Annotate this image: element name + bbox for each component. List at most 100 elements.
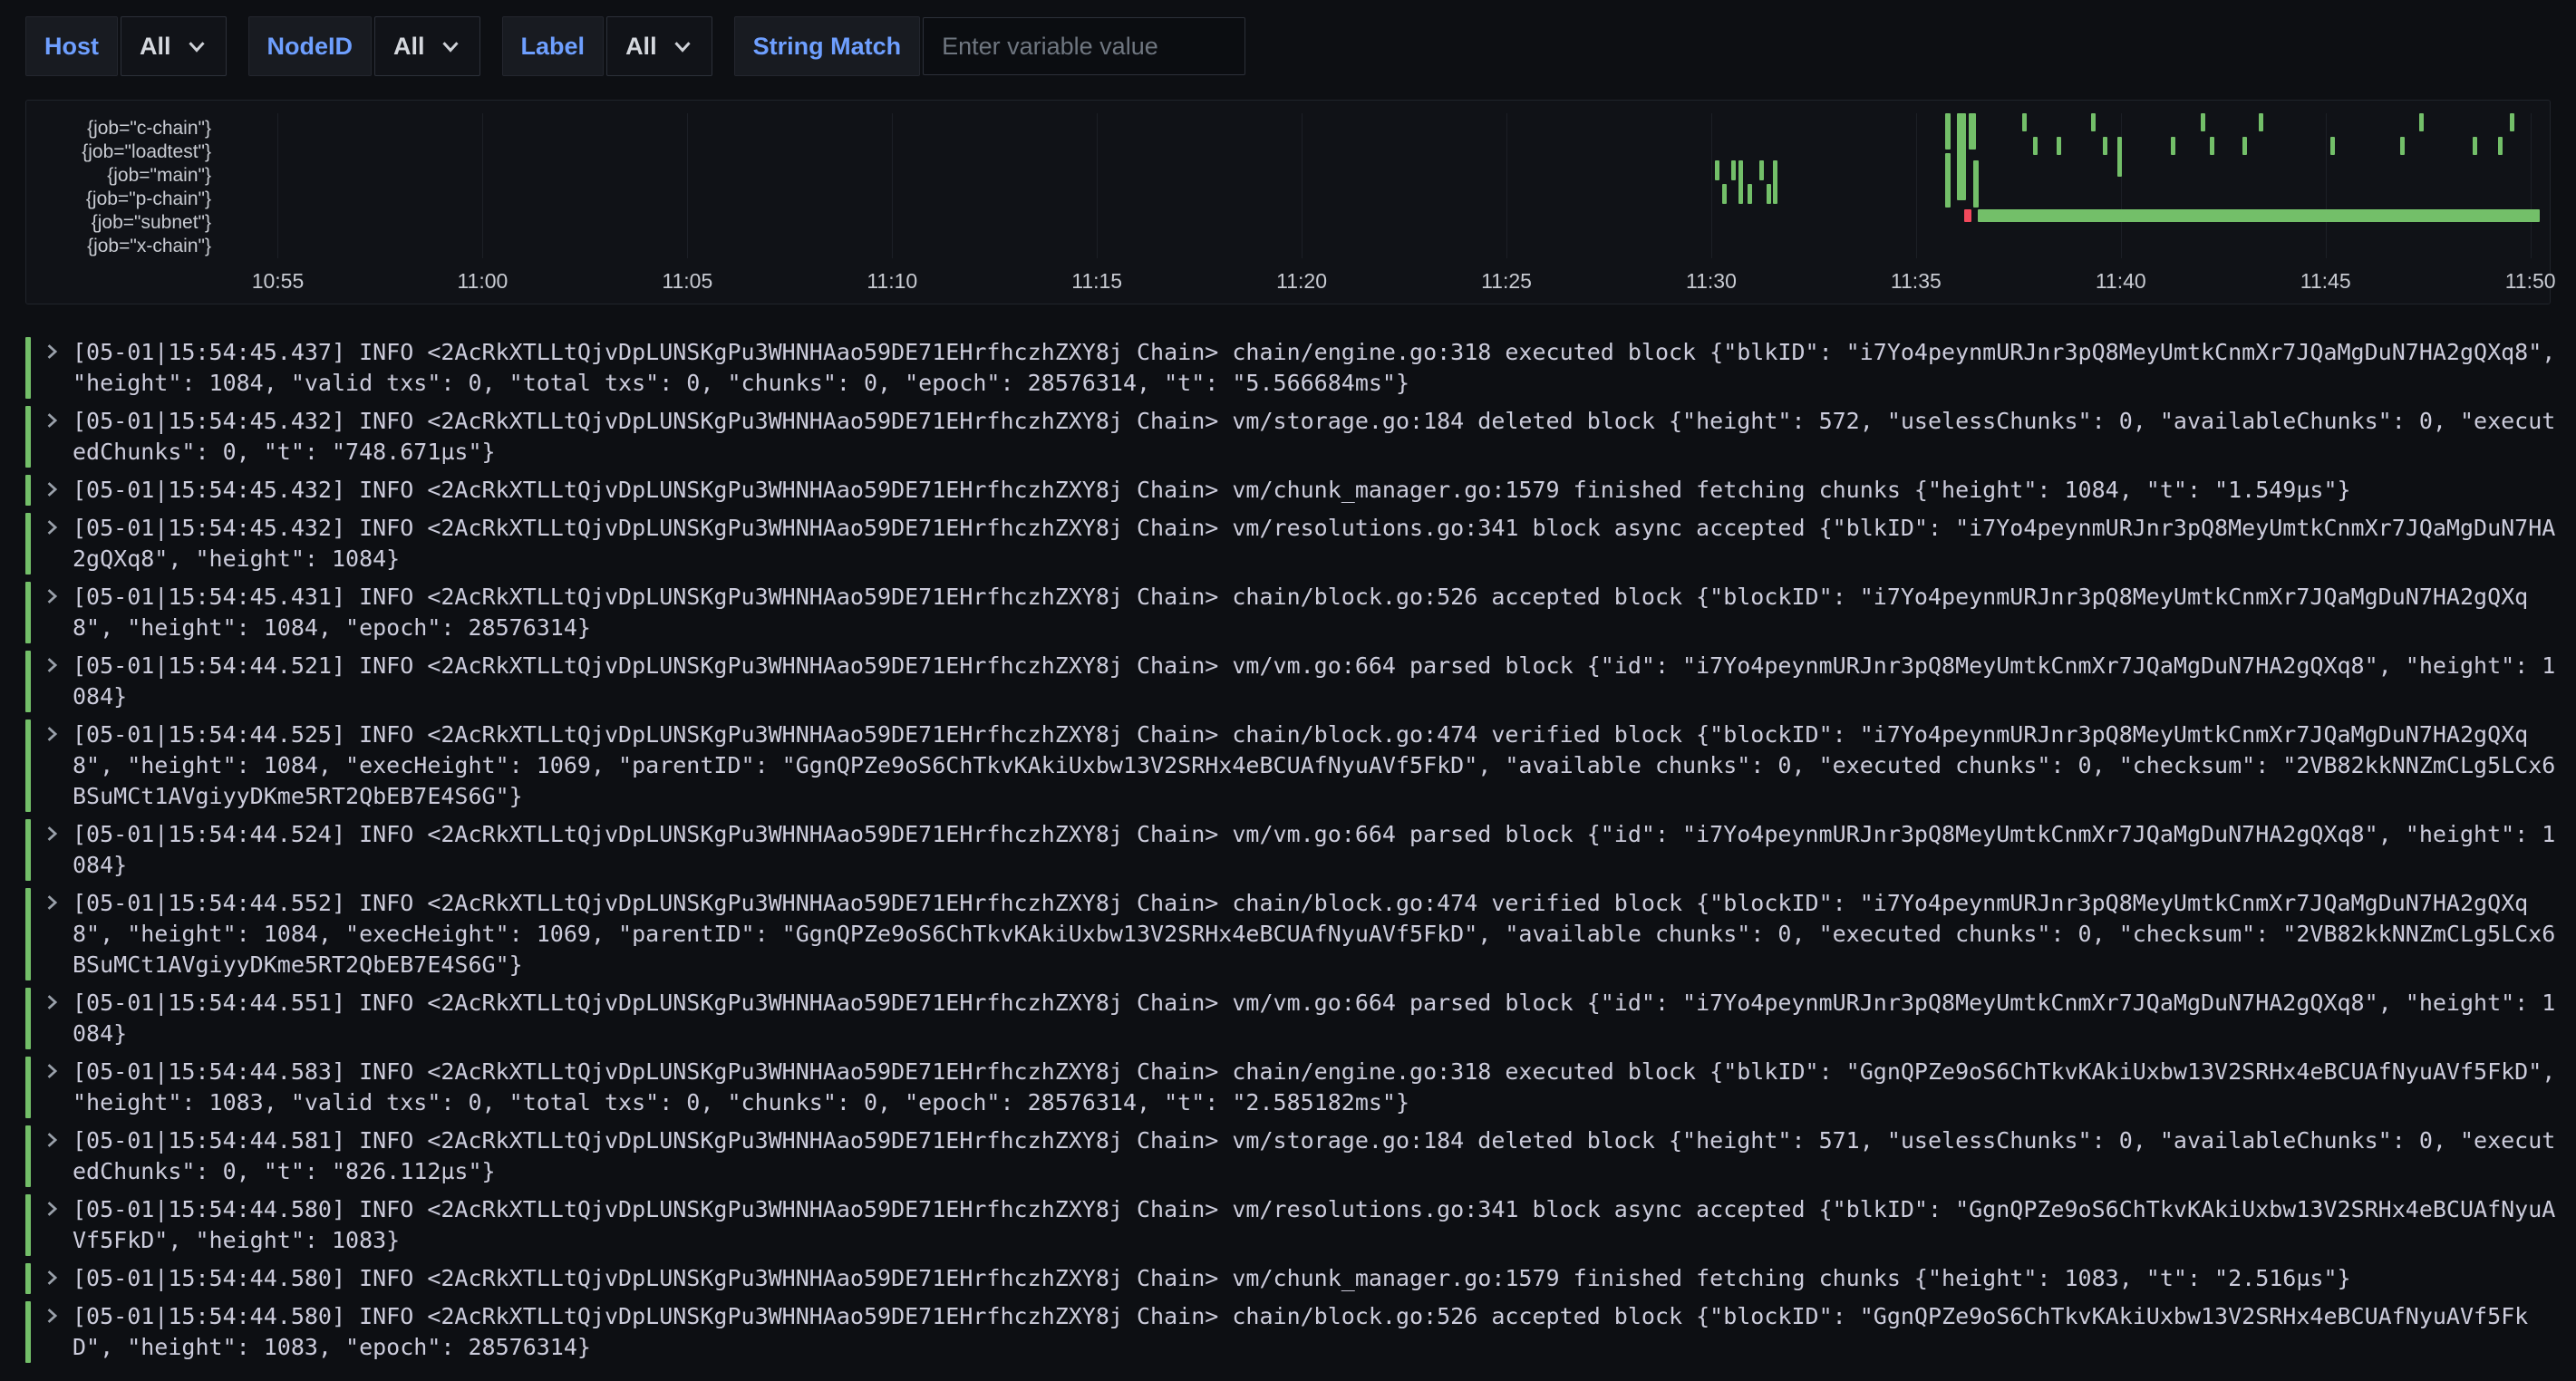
variable-label-dropdown[interactable]: All — [606, 16, 712, 76]
log-line-text: [05-01|15:54:44.583] INFO <2AcRkXTLLtQjv… — [73, 1057, 2576, 1118]
event-mark — [2171, 137, 2175, 155]
variable-nodeid-dropdown[interactable]: All — [374, 16, 480, 76]
log-row[interactable]: [05-01|15:54:44.552] INFO <2AcRkXTLLtQjv… — [25, 888, 2576, 980]
gridline — [1916, 113, 1917, 258]
log-line-text: [05-01|15:54:45.432] INFO <2AcRkXTLLtQjv… — [73, 513, 2576, 575]
log-line-text: [05-01|15:54:44.580] INFO <2AcRkXTLLtQjv… — [73, 1301, 2576, 1363]
gridline — [2531, 113, 2532, 258]
log-line-text: [05-01|15:54:44.581] INFO <2AcRkXTLLtQjv… — [73, 1125, 2576, 1187]
event-mark — [2400, 137, 2405, 155]
log-level-indicator — [25, 1057, 31, 1118]
log-row[interactable]: [05-01|15:54:44.581] INFO <2AcRkXTLLtQjv… — [25, 1125, 2576, 1187]
expand-chevron-icon[interactable] — [42, 888, 73, 980]
event-mark — [1969, 113, 1976, 150]
log-level-indicator — [25, 819, 31, 881]
variable-host-value: All — [140, 33, 171, 61]
variable-host-label: Host — [25, 16, 118, 76]
log-level-indicator — [25, 1125, 31, 1187]
log-volume-chart: {job="c-chain"}{job="loadtest"}{job="mai… — [34, 113, 2544, 300]
gridline — [892, 113, 893, 258]
log-volume-panel: {job="c-chain"}{job="loadtest"}{job="mai… — [25, 100, 2551, 304]
event-mark — [2473, 137, 2477, 155]
gridline — [2326, 113, 2327, 258]
event-mark — [2510, 113, 2514, 131]
expand-chevron-icon[interactable] — [42, 988, 73, 1049]
time-tick-label: 11:05 — [662, 269, 712, 294]
log-line-text: [05-01|15:54:44.580] INFO <2AcRkXTLLtQjv… — [73, 1263, 2576, 1294]
expand-chevron-icon[interactable] — [42, 475, 73, 506]
log-level-indicator — [25, 719, 31, 812]
expand-chevron-icon[interactable] — [42, 513, 73, 575]
log-line-text: [05-01|15:54:45.431] INFO <2AcRkXTLLtQjv… — [73, 582, 2576, 643]
variables-toolbar: Host All NodeID All Label All String Mat… — [0, 0, 2576, 76]
expand-chevron-icon[interactable] — [42, 406, 73, 468]
gridline — [277, 113, 278, 258]
log-line-text: [05-01|15:54:44.525] INFO <2AcRkXTLLtQjv… — [73, 719, 2576, 812]
time-tick-label: 11:45 — [2300, 269, 2351, 294]
chevron-down-icon — [440, 35, 461, 57]
chevron-down-icon — [672, 35, 693, 57]
expand-chevron-icon[interactable] — [42, 651, 73, 712]
variable-host-dropdown[interactable]: All — [121, 16, 227, 76]
log-row[interactable]: [05-01|15:54:45.432] INFO <2AcRkXTLLtQjv… — [25, 406, 2576, 468]
log-row[interactable]: [05-01|15:54:45.432] INFO <2AcRkXTLLtQjv… — [25, 513, 2576, 575]
event-mark — [2091, 113, 2096, 131]
log-level-indicator — [25, 1301, 31, 1363]
error-event-mark — [1964, 209, 1971, 222]
log-level-indicator — [25, 582, 31, 643]
grafana-log-dashboard: Host All NodeID All Label All String Mat… — [0, 0, 2576, 1363]
expand-chevron-icon[interactable] — [42, 1194, 73, 1256]
gridline — [482, 113, 483, 258]
log-line-text: [05-01|15:54:45.432] INFO <2AcRkXTLLtQjv… — [73, 406, 2576, 468]
log-row[interactable]: [05-01|15:54:45.437] INFO <2AcRkXTLLtQjv… — [25, 337, 2576, 399]
event-mark — [2419, 113, 2424, 131]
gridline — [2121, 113, 2122, 258]
log-row[interactable]: [05-01|15:54:44.580] INFO <2AcRkXTLLtQjv… — [25, 1194, 2576, 1256]
expand-chevron-icon[interactable] — [42, 1057, 73, 1118]
log-row[interactable]: [05-01|15:54:44.583] INFO <2AcRkXTLLtQjv… — [25, 1057, 2576, 1118]
event-mark — [1722, 184, 1727, 204]
log-level-indicator — [25, 406, 31, 468]
log-volume-plot[interactable] — [222, 113, 2544, 258]
log-line-text: [05-01|15:54:44.551] INFO <2AcRkXTLLtQjv… — [73, 988, 2576, 1049]
series-label: {job="loadtest"} — [34, 140, 222, 164]
gridline — [1506, 113, 1507, 258]
expand-chevron-icon[interactable] — [42, 582, 73, 643]
string-match-input[interactable] — [923, 17, 1245, 75]
expand-chevron-icon[interactable] — [42, 1301, 73, 1363]
log-row[interactable]: [05-01|15:54:44.551] INFO <2AcRkXTLLtQjv… — [25, 988, 2576, 1049]
event-mark — [1973, 160, 1979, 208]
expand-chevron-icon[interactable] — [42, 1263, 73, 1294]
log-line-text: [05-01|15:54:45.432] INFO <2AcRkXTLLtQjv… — [73, 475, 2576, 506]
variable-label-value: All — [625, 33, 657, 61]
event-mark — [2330, 137, 2335, 155]
log-row[interactable]: [05-01|15:54:45.432] INFO <2AcRkXTLLtQjv… — [25, 475, 2576, 506]
time-axis: 10:5511:0011:0511:1011:1511:2011:2511:30… — [222, 258, 2544, 300]
expand-chevron-icon[interactable] — [42, 1125, 73, 1187]
log-row[interactable]: [05-01|15:54:44.524] INFO <2AcRkXTLLtQjv… — [25, 819, 2576, 881]
event-mark — [1759, 160, 1764, 180]
time-tick-label: 11:00 — [457, 269, 508, 294]
event-mark — [2022, 113, 2027, 131]
log-row[interactable]: [05-01|15:54:44.521] INFO <2AcRkXTLLtQjv… — [25, 651, 2576, 712]
time-tick-label: 11:15 — [1071, 269, 1122, 294]
expand-chevron-icon[interactable] — [42, 819, 73, 881]
log-row[interactable]: [05-01|15:54:44.580] INFO <2AcRkXTLLtQjv… — [25, 1263, 2576, 1294]
log-row[interactable]: [05-01|15:54:45.431] INFO <2AcRkXTLLtQjv… — [25, 582, 2576, 643]
event-mark — [1767, 184, 1771, 204]
log-row[interactable]: [05-01|15:54:44.580] INFO <2AcRkXTLLtQjv… — [25, 1301, 2576, 1363]
gridline — [1302, 113, 1303, 258]
event-mark — [2498, 137, 2503, 155]
event-mark — [1957, 113, 1966, 200]
event-mark — [2103, 137, 2107, 155]
expand-chevron-icon[interactable] — [42, 337, 73, 399]
expand-chevron-icon[interactable] — [42, 719, 73, 812]
log-row[interactable]: [05-01|15:54:44.525] INFO <2AcRkXTLLtQjv… — [25, 719, 2576, 812]
log-line-text: [05-01|15:54:44.521] INFO <2AcRkXTLLtQjv… — [73, 651, 2576, 712]
string-match-label: String Match — [734, 16, 921, 76]
variable-nodeid-label: NodeID — [248, 16, 373, 76]
event-mark — [1773, 160, 1777, 204]
time-tick-label: 11:30 — [1686, 269, 1737, 294]
event-mark — [1945, 113, 1951, 150]
time-tick-label: 11:40 — [2096, 269, 2146, 294]
